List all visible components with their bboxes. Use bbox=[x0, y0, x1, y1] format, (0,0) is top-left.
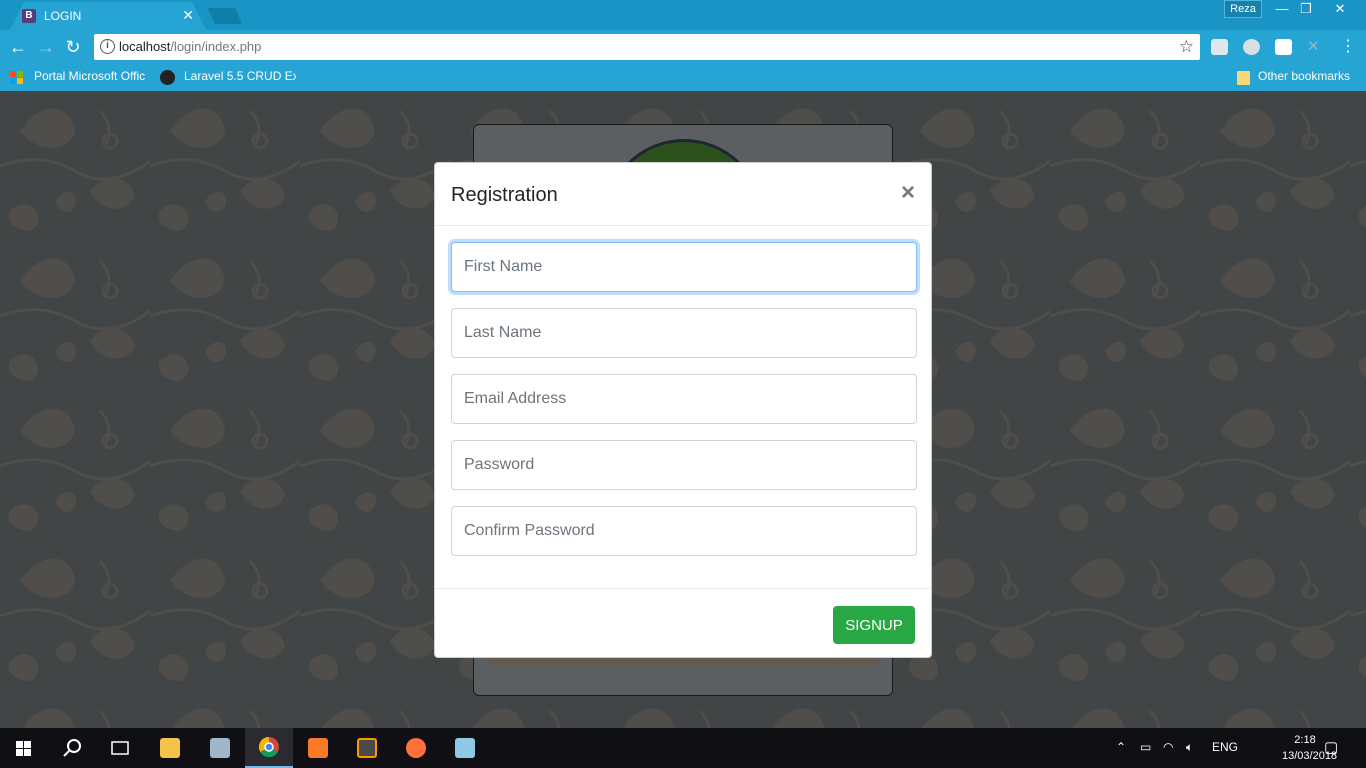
control-panel-icon[interactable] bbox=[196, 728, 244, 768]
signup-button[interactable]: SIGNUP bbox=[833, 606, 915, 644]
notifications-icon[interactable]: ▢ bbox=[1324, 738, 1338, 756]
window-close-icon[interactable]: ✕ bbox=[1326, 0, 1354, 18]
battery-icon[interactable]: ▭ bbox=[1140, 740, 1151, 754]
bookmark-star-icon[interactable]: ☆ bbox=[1179, 37, 1194, 57]
browser-tab[interactable]: B LOGIN ✕ bbox=[10, 2, 206, 30]
modal-body bbox=[451, 242, 917, 572]
browser-toolbar: ← → ↻ i localhost/login/index.php ☆ ✕ ⋮ bbox=[0, 30, 1366, 64]
notepad-icon[interactable] bbox=[441, 728, 489, 768]
bookmark-laravel-crud[interactable]: Laravel 5.5 CRUD Exa bbox=[184, 69, 296, 83]
profile-button[interactable]: Reza bbox=[1224, 0, 1262, 18]
bookmarks-bar: Portal Microsoft Offic Laravel 5.5 CRUD … bbox=[0, 64, 1366, 91]
clock[interactable]: 2:18 13/03/2018 bbox=[1282, 732, 1338, 764]
modal-header: Registration × bbox=[435, 163, 931, 226]
xampp-icon[interactable] bbox=[294, 728, 342, 768]
tab-title: LOGIN bbox=[44, 9, 82, 23]
new-tab-button[interactable] bbox=[208, 8, 242, 24]
tray-chevron-icon[interactable]: ⌃ bbox=[1116, 740, 1126, 754]
restore-icon[interactable]: ❐ bbox=[1292, 0, 1320, 18]
address-bar[interactable]: i localhost/login/index.php ☆ bbox=[94, 34, 1200, 60]
email-field[interactable] bbox=[451, 374, 917, 424]
wifi-icon[interactable]: ◠ bbox=[1163, 740, 1173, 754]
forward-arrow-icon[interactable]: → bbox=[36, 37, 56, 57]
search-icon[interactable] bbox=[48, 728, 96, 768]
language-indicator[interactable]: ENG bbox=[1212, 740, 1238, 754]
close-icon[interactable]: × bbox=[901, 179, 915, 207]
page-viewport: Registration × SIGNUP bbox=[0, 91, 1366, 728]
microsoft-logo-icon bbox=[10, 71, 24, 85]
clock-date: 13/03/2018 bbox=[1282, 750, 1338, 762]
file-explorer-icon[interactable] bbox=[146, 728, 194, 768]
laravel-site-icon bbox=[160, 70, 175, 85]
volume-icon[interactable]: 🔈︎ bbox=[1186, 740, 1193, 755]
registration-modal: Registration × SIGNUP bbox=[434, 162, 932, 658]
modal-footer: SIGNUP bbox=[435, 588, 931, 658]
tab-close-icon[interactable]: ✕ bbox=[182, 7, 194, 24]
last-name-field[interactable] bbox=[451, 308, 917, 358]
cloud-extension-icon[interactable] bbox=[1211, 39, 1228, 55]
fox-extension-icon[interactable] bbox=[1275, 39, 1292, 55]
x-extension-icon[interactable]: ✕ bbox=[1307, 37, 1324, 55]
browser-titlebar: B LOGIN ✕ Reza — ❐ ✕ bbox=[0, 0, 1366, 30]
globe-extension-icon[interactable] bbox=[1243, 39, 1260, 55]
firefox-icon[interactable] bbox=[392, 728, 440, 768]
windows-start-icon[interactable] bbox=[0, 728, 48, 768]
folder-icon bbox=[1237, 71, 1250, 85]
taskbar: ⌃ ▭ ◠ 🔈︎ ENG 2:18 13/03/2018 ▢ bbox=[0, 728, 1366, 768]
bookmark-microsoft-portal[interactable]: Portal Microsoft Offic bbox=[34, 69, 146, 83]
info-icon[interactable]: i bbox=[100, 39, 115, 54]
sublime-text-icon[interactable] bbox=[343, 728, 391, 768]
first-name-field[interactable] bbox=[451, 242, 917, 292]
other-bookmarks[interactable]: Other bookmarks bbox=[1258, 69, 1350, 83]
task-view-icon[interactable] bbox=[96, 728, 144, 768]
password-field[interactable] bbox=[451, 440, 917, 490]
chrome-icon[interactable] bbox=[245, 728, 293, 768]
reload-icon[interactable]: ↻ bbox=[63, 37, 83, 57]
menu-kebab-icon[interactable]: ⋮ bbox=[1338, 37, 1358, 57]
confirm-password-field[interactable] bbox=[451, 506, 917, 556]
bootstrap-favicon-icon: B bbox=[22, 9, 36, 23]
url-text: localhost/login/index.php bbox=[119, 39, 262, 54]
back-arrow-icon[interactable]: ← bbox=[8, 37, 28, 57]
clock-time: 2:18 bbox=[1294, 734, 1316, 746]
modal-title: Registration bbox=[451, 184, 558, 206]
